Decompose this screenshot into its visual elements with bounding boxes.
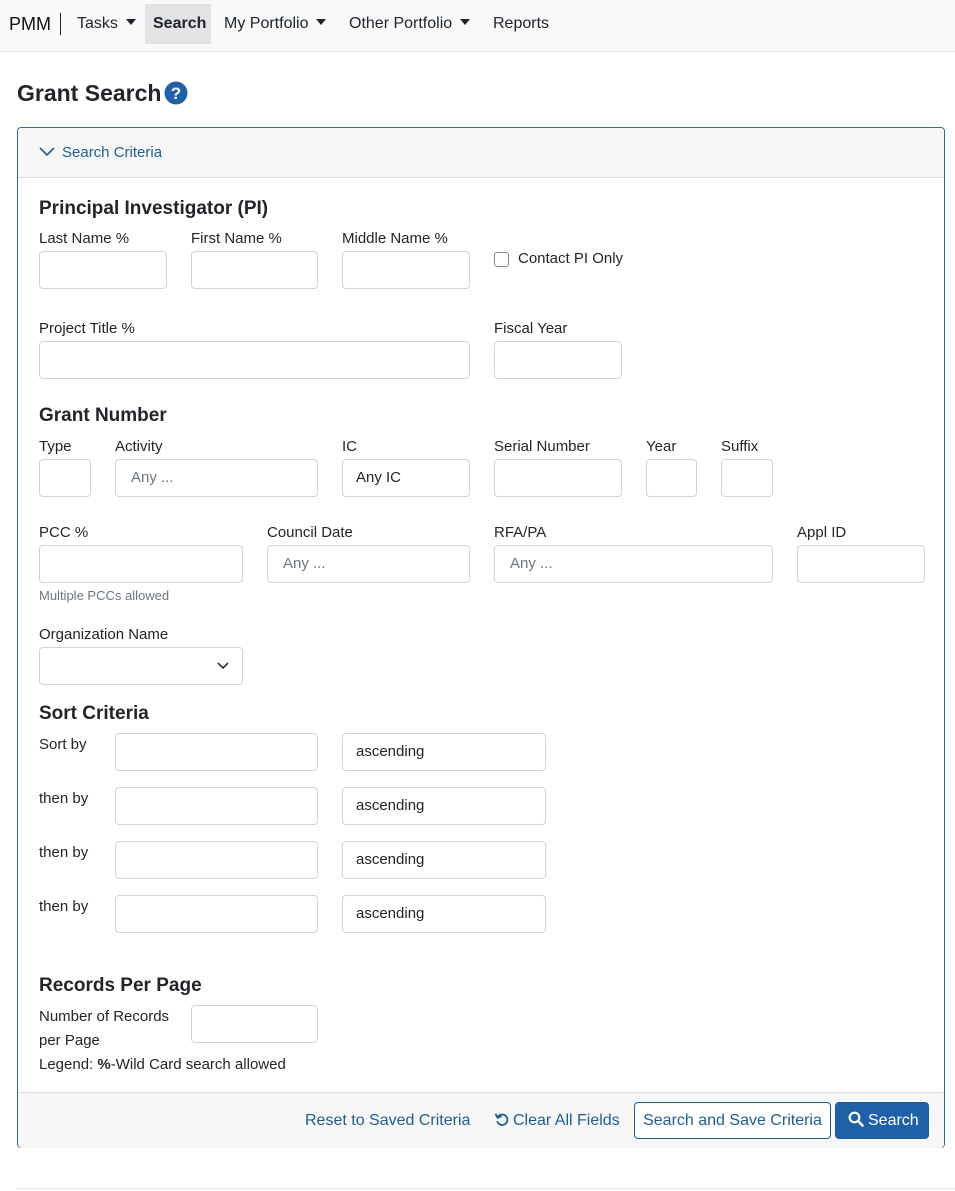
search-criteria-card: Search Criteria Principal Investigator (…: [17, 127, 945, 1148]
project-title-input[interactable]: [39, 341, 470, 379]
grant-number-section-title: Grant Number: [39, 405, 167, 426]
brand-logo[interactable]: PMM: [9, 13, 61, 35]
then-by-label: then by: [39, 844, 89, 861]
search-button-label: Search: [868, 1112, 919, 1129]
pcc-label: PCC %: [39, 524, 89, 541]
appl-id-label: Appl ID: [797, 524, 847, 541]
sort-criteria-section-title: Sort Criteria: [39, 703, 149, 724]
records-per-page-section-title: Records Per Page: [39, 975, 202, 996]
search-criteria-label: Search Criteria: [62, 144, 163, 161]
legend-text: Legend: %-Wild Card search allowed: [39, 1053, 286, 1077]
ic-select[interactable]: Any IC: [342, 459, 470, 497]
organization-name-label: Organization Name: [39, 626, 169, 643]
type-input[interactable]: [39, 459, 91, 497]
search-and-save-criteria-button[interactable]: Search and Save Criteria: [634, 1102, 831, 1139]
year-label: Year: [646, 438, 677, 455]
chevron-down-icon: [39, 147, 55, 157]
search-criteria-toggle[interactable]: Search Criteria: [18, 128, 944, 178]
sort-by-field-4[interactable]: [115, 895, 318, 933]
nav-search-label: Search: [153, 15, 207, 32]
then-by-label: then by: [39, 790, 89, 807]
last-name-input[interactable]: [39, 251, 167, 289]
council-date-input[interactable]: Any ...: [267, 545, 470, 583]
sort-by-field-3[interactable]: [115, 841, 318, 879]
serial-number-label: Serial Number: [494, 438, 590, 455]
sort-order-4[interactable]: ascending: [342, 895, 546, 933]
sort-by-field-2[interactable]: [115, 787, 318, 825]
pi-section-title: Principal Investigator (PI): [39, 198, 269, 219]
council-date-label: Council Date: [267, 524, 353, 541]
first-name-input[interactable]: [191, 251, 318, 289]
contact-pi-only-label: Contact PI Only: [518, 250, 624, 267]
ic-label: IC: [342, 438, 357, 455]
undo-icon: [494, 1113, 509, 1126]
sort-by-label: Sort by: [39, 736, 87, 753]
records-per-page-input[interactable]: [191, 1005, 318, 1043]
last-name-label: Last Name %: [39, 230, 130, 247]
sort-order-2[interactable]: ascending: [342, 787, 546, 825]
nav-reports[interactable]: Reports: [485, 4, 557, 44]
fiscal-year-input[interactable]: [494, 341, 622, 379]
nav-my-portfolio-label: My Portfolio: [224, 15, 309, 32]
sort-order-1[interactable]: ascending: [342, 733, 546, 771]
chevron-down-icon: [217, 662, 229, 670]
pcc-input[interactable]: [39, 545, 243, 583]
svg-text:?: ?: [171, 84, 181, 103]
then-by-label: then by: [39, 898, 89, 915]
nav-tasks[interactable]: Tasks: [69, 4, 144, 44]
nav-tasks-label: Tasks: [77, 15, 118, 32]
question-circle-icon[interactable]: ?: [164, 81, 188, 105]
rfa-pa-label: RFA/PA: [494, 524, 547, 541]
year-input[interactable]: [646, 459, 697, 497]
fiscal-year-label: Fiscal Year: [494, 320, 568, 337]
legend-description: -Wild Card search allowed: [110, 1056, 286, 1073]
pcc-help-text: Multiple PCCs allowed: [39, 588, 170, 603]
suffix-input[interactable]: [721, 459, 773, 497]
project-title-label: Project Title %: [39, 320, 135, 337]
sort-by-field-1[interactable]: [115, 733, 318, 771]
appl-id-input[interactable]: [797, 545, 925, 583]
search-button[interactable]: Search: [835, 1102, 929, 1139]
nav-other-portfolio[interactable]: Other Portfolio: [341, 4, 478, 44]
nav-search[interactable]: Search: [145, 4, 211, 44]
records-per-page-label: Number of Records per Page: [39, 1008, 170, 1049]
suffix-label: Suffix: [721, 438, 759, 455]
activity-label: Activity: [115, 438, 163, 455]
serial-number-input[interactable]: [494, 459, 622, 497]
sort-order-3[interactable]: ascending: [342, 841, 546, 879]
legend-prefix: Legend:: [39, 1056, 98, 1073]
card-footer: Reset to Saved Criteria Clear All Fields…: [18, 1092, 944, 1148]
middle-name-input[interactable]: [342, 251, 470, 289]
rfa-pa-input[interactable]: Any ...: [494, 545, 773, 583]
middle-name-label: Middle Name %: [342, 230, 448, 247]
nav-other-portfolio-label: Other Portfolio: [349, 15, 453, 32]
nav-my-portfolio[interactable]: My Portfolio: [216, 4, 334, 44]
clear-all-fields-label: Clear All Fields: [513, 1112, 620, 1129]
clear-all-fields-button[interactable]: Clear All Fields: [494, 1109, 620, 1133]
legend-symbol: %: [97, 1056, 111, 1073]
top-navbar: PMM Tasks Search My Portfolio Other Port…: [0, 0, 955, 52]
page-divider: [17, 1188, 955, 1189]
contact-pi-only-checkbox[interactable]: [494, 252, 509, 267]
first-name-label: First Name %: [191, 230, 282, 247]
caret-down-icon: [460, 19, 471, 25]
activity-input[interactable]: Any ...: [115, 459, 318, 497]
organization-name-select[interactable]: [39, 647, 243, 685]
search-icon: [848, 1111, 864, 1127]
caret-down-icon: [316, 19, 327, 25]
reset-to-saved-criteria-button[interactable]: Reset to Saved Criteria: [305, 1109, 470, 1133]
page-title: Grant Search: [17, 80, 162, 106]
nav-reports-label: Reports: [493, 15, 550, 32]
caret-down-icon: [125, 19, 136, 25]
type-label: Type: [39, 438, 72, 455]
